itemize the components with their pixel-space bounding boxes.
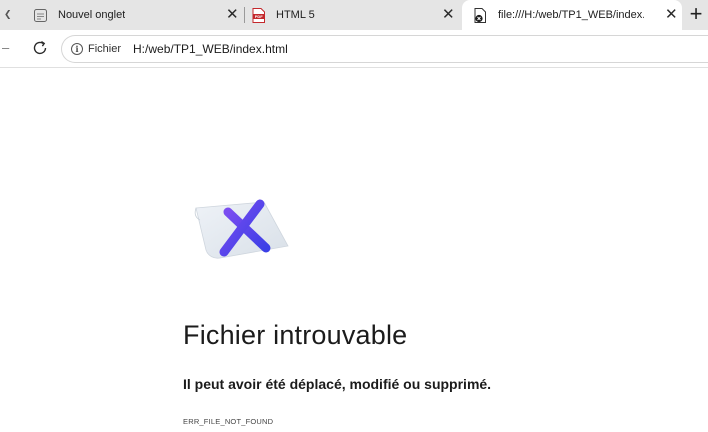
close-tab-icon[interactable]: ✕ xyxy=(226,7,239,22)
tab-search-chevron-icon[interactable]: ❮ xyxy=(4,9,12,20)
tab-label: HTML 5 xyxy=(276,9,315,21)
address-bar[interactable]: i Fichier H:/web/TP1_WEB/index.html xyxy=(61,35,708,63)
back-arrow-icon[interactable]: – xyxy=(2,40,9,55)
error-description: Il peut avoir été déplacé, modifié ou su… xyxy=(183,376,492,392)
address-bar-url[interactable]: H:/web/TP1_WEB/index.html xyxy=(133,42,288,56)
tab-label: Nouvel onglet xyxy=(58,9,126,21)
pdf-file-icon: PDF xyxy=(250,7,266,23)
tab-divider xyxy=(244,7,245,23)
close-tab-icon[interactable]: ✕ xyxy=(442,7,455,22)
broken-file-illustration xyxy=(190,196,290,264)
site-info-icon[interactable]: i xyxy=(71,43,83,55)
browser-toolbar: – i Fichier H:/web/TP1_WEB/index.html xyxy=(0,30,708,68)
new-tab-button[interactable]: + xyxy=(684,3,708,27)
tab-new-tab[interactable]: Nouvel onglet ✕ xyxy=(32,0,254,30)
tab-file-index[interactable]: file:///H:/web/TP1_WEB/index.htm ✕ xyxy=(462,0,682,30)
tab-html5[interactable]: PDF HTML 5 ✕ xyxy=(250,0,460,30)
close-tab-icon[interactable]: ✕ xyxy=(665,7,678,22)
tab-label: file:///H:/web/TP1_WEB/index.htm xyxy=(498,9,644,21)
address-bar-scheme-label: Fichier xyxy=(88,43,122,55)
reload-icon[interactable] xyxy=(30,38,50,58)
file-error-icon xyxy=(472,7,488,23)
error-code: ERR_FILE_NOT_FOUND xyxy=(183,417,274,426)
tab-strip: ❮ Nouvel onglet ✕ PDF HTML 5 ✕ file:///H… xyxy=(0,0,708,30)
error-title: Fichier introuvable xyxy=(183,320,408,350)
new-tab-page-icon xyxy=(32,7,48,23)
svg-text:PDF: PDF xyxy=(254,14,263,19)
